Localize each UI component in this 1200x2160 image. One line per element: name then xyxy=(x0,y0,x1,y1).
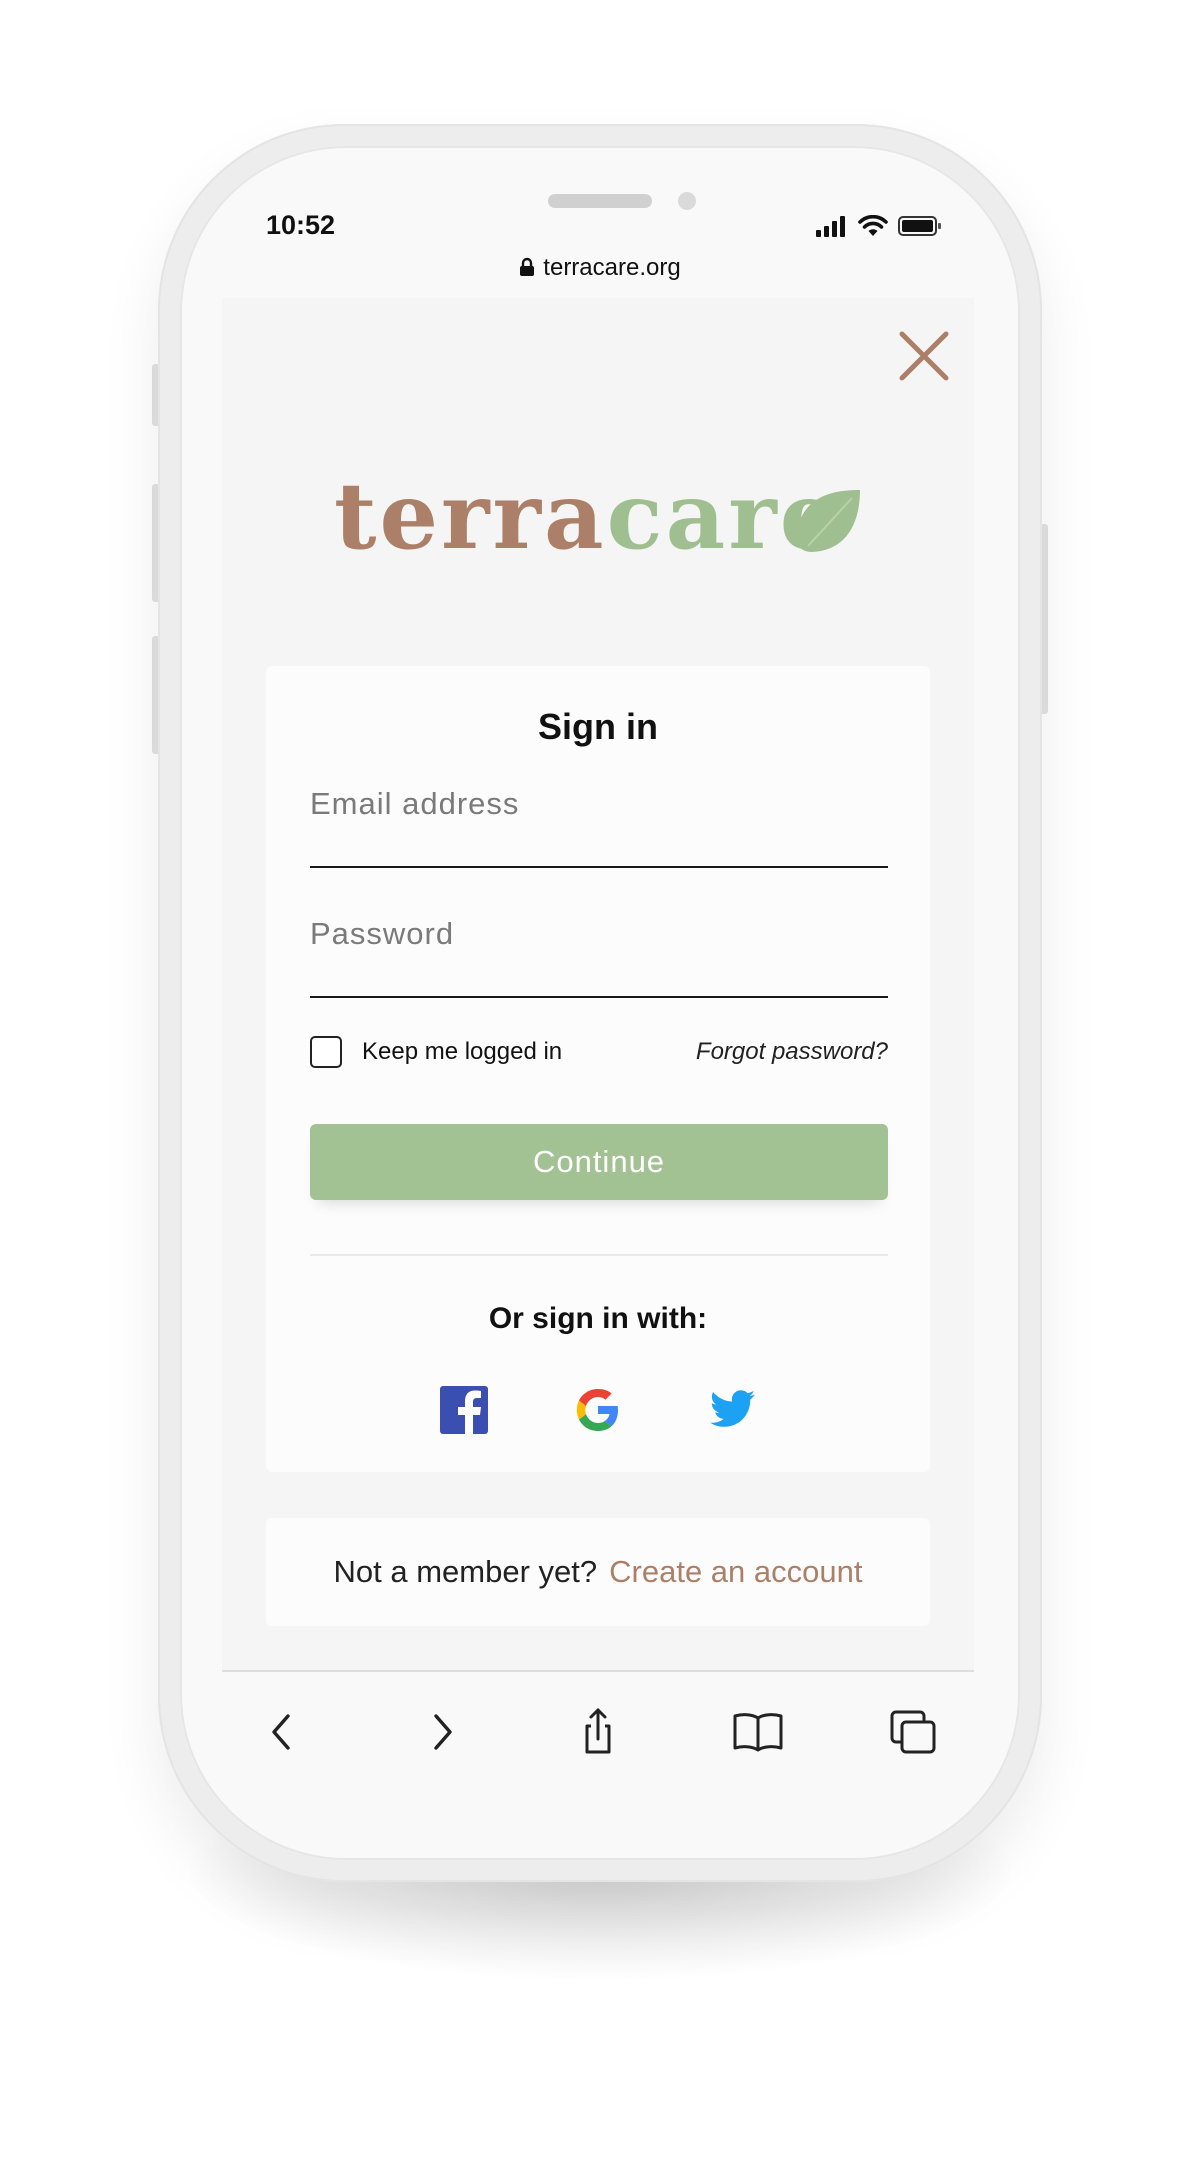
divider xyxy=(310,1254,888,1256)
tabs-icon[interactable] xyxy=(884,1702,944,1762)
signal-icon xyxy=(816,216,845,237)
forward-icon[interactable] xyxy=(412,1702,472,1762)
battery-icon xyxy=(898,216,941,236)
password-field[interactable] xyxy=(310,906,888,998)
address-bar[interactable]: terracare.org xyxy=(0,254,1200,282)
front-camera xyxy=(678,192,696,210)
email-field[interactable] xyxy=(310,776,888,868)
or-sign-in-with-label: Or sign in with: xyxy=(488,1302,708,1335)
wifi-icon xyxy=(858,215,888,236)
back-icon[interactable] xyxy=(252,1702,312,1762)
speaker-grille xyxy=(548,194,652,208)
keep-logged-in-checkbox[interactable] xyxy=(310,1036,342,1068)
share-icon[interactable] xyxy=(568,1702,628,1762)
leaf-icon xyxy=(796,490,860,552)
status-icons xyxy=(816,212,942,240)
password-input[interactable] xyxy=(310,916,888,952)
create-account-link[interactable]: Create an account xyxy=(609,1554,862,1590)
status-time: 10:52 xyxy=(266,210,336,240)
url-text: terracare.org xyxy=(543,254,681,281)
register-card: Not a member yet? Create an account xyxy=(266,1518,930,1626)
terracare-logo: terracare xyxy=(334,466,860,566)
facebook-icon[interactable] xyxy=(438,1384,490,1436)
email-input[interactable] xyxy=(310,786,888,822)
not-member-text: Not a member yet? xyxy=(333,1554,598,1589)
google-icon[interactable] xyxy=(572,1384,624,1436)
forgot-password-link[interactable]: Forgot password? xyxy=(696,1038,888,1066)
browser-toolbar xyxy=(222,1670,974,1818)
continue-button[interactable]: Continue xyxy=(310,1124,888,1200)
lock-icon xyxy=(520,257,535,276)
logo-terra: terra xyxy=(334,462,607,570)
signin-title: Sign in xyxy=(538,706,658,747)
bookmarks-icon[interactable] xyxy=(728,1702,788,1762)
twitter-icon[interactable] xyxy=(706,1384,758,1436)
close-icon[interactable] xyxy=(894,326,954,386)
signin-card: Sign in Keep me logged in Forgot passwor… xyxy=(266,666,930,1472)
keep-logged-in-label[interactable]: Keep me logged in xyxy=(362,1038,562,1066)
